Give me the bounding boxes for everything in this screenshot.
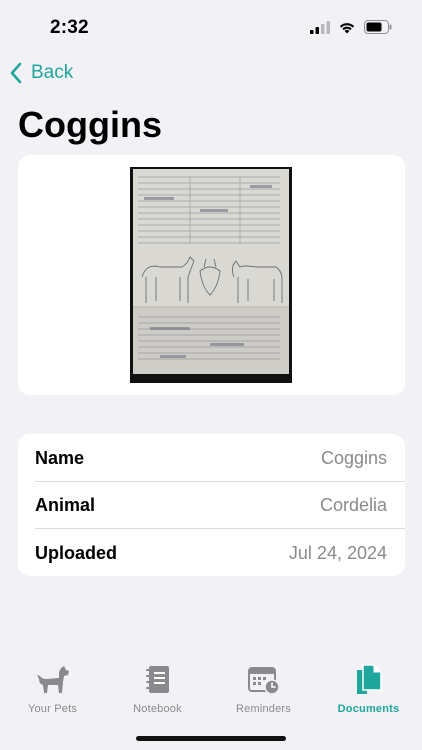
document-photo[interactable] <box>130 167 292 383</box>
tab-documents[interactable]: Documents <box>316 663 421 715</box>
tab-your-pets[interactable]: Your Pets <box>0 663 105 715</box>
cellular-signal-icon <box>310 20 330 34</box>
document-image-card <box>18 155 405 395</box>
status-time: 2:32 <box>50 17 89 38</box>
dog-icon <box>36 663 70 697</box>
detail-value: Cordelia <box>319 495 387 515</box>
battery-icon <box>364 20 392 34</box>
back-label: Back <box>31 62 74 83</box>
wifi-icon <box>339 22 355 33</box>
tab-label: Your Pets <box>27 703 78 715</box>
coggins-scan-image <box>130 167 292 383</box>
detail-label: Name <box>35 448 85 468</box>
chevron-left-icon <box>10 62 22 84</box>
status-bar: 2:32 <box>0 0 422 54</box>
tab-reminders[interactable]: Reminders <box>211 663 316 715</box>
detail-row-uploaded: Uploaded Jul 24, 2024 <box>18 529 405 576</box>
calendar-clock-icon <box>247 663 281 697</box>
back-button[interactable]: Back <box>9 62 73 84</box>
detail-label: Animal <box>35 495 96 515</box>
detail-row-name: Name Coggins <box>18 434 405 481</box>
detail-label: Uploaded <box>35 543 118 563</box>
tab-notebook[interactable]: Notebook <box>105 663 210 715</box>
status-icons <box>310 20 392 34</box>
notebook-icon <box>141 663 175 697</box>
detail-value: Jul 24, 2024 <box>288 543 387 563</box>
detail-value: Coggins <box>320 448 387 468</box>
page-title: Coggins <box>18 104 162 145</box>
document-details-card: Name Coggins Animal Cordelia Uploaded Ju… <box>18 434 405 576</box>
tab-label: Notebook <box>133 703 182 715</box>
tab-label: Reminders <box>236 703 291 715</box>
documents-icon <box>352 663 386 697</box>
home-indicator <box>136 736 286 741</box>
detail-row-animal: Animal Cordelia <box>18 481 405 528</box>
tab-label: Documents <box>337 703 400 715</box>
